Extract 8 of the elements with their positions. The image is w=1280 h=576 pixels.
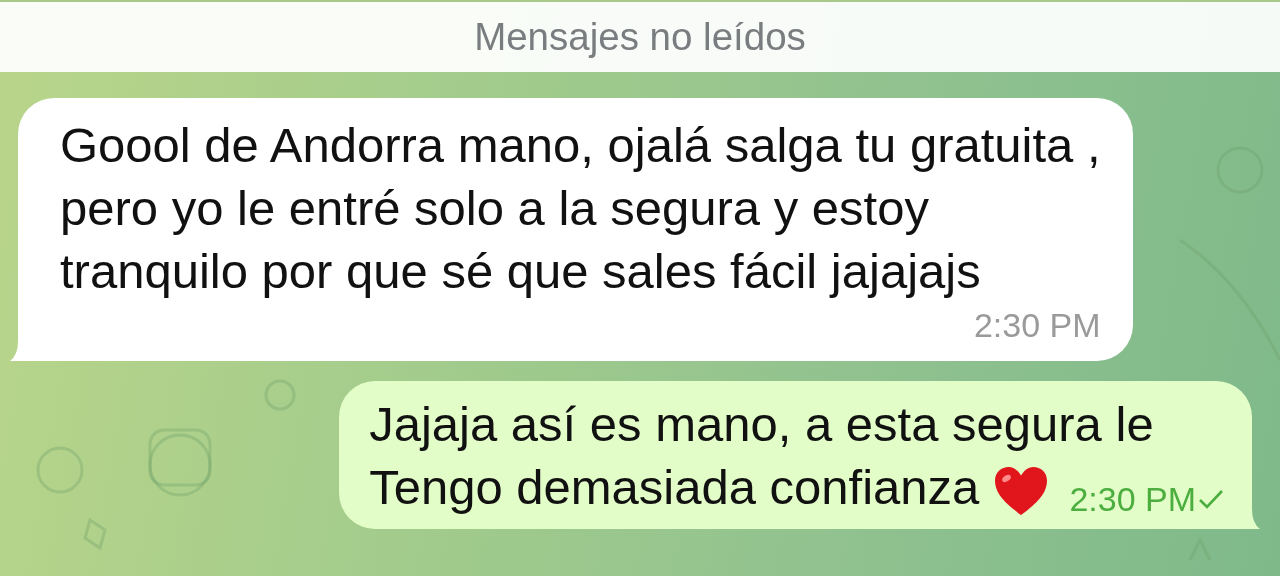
message-time: 2:30 PM bbox=[1069, 479, 1196, 519]
unread-label: Mensajes no leídos bbox=[474, 14, 806, 61]
message-text: tranquilo por que sé que sales fácil jajajajs bbox=[60, 243, 981, 300]
message-text: Tengo demasiada confianza bbox=[369, 459, 980, 516]
message-time: 2:30 PM bbox=[973, 306, 1101, 344]
message-text: Jajaja así es mano, a esta segura le bbox=[369, 396, 1154, 453]
message-text: Goool de Andorra mano, ojalá salga tu gratuita , bbox=[60, 117, 1101, 174]
message-text: pero yo le entré solo a la segura y estoy bbox=[60, 180, 929, 237]
